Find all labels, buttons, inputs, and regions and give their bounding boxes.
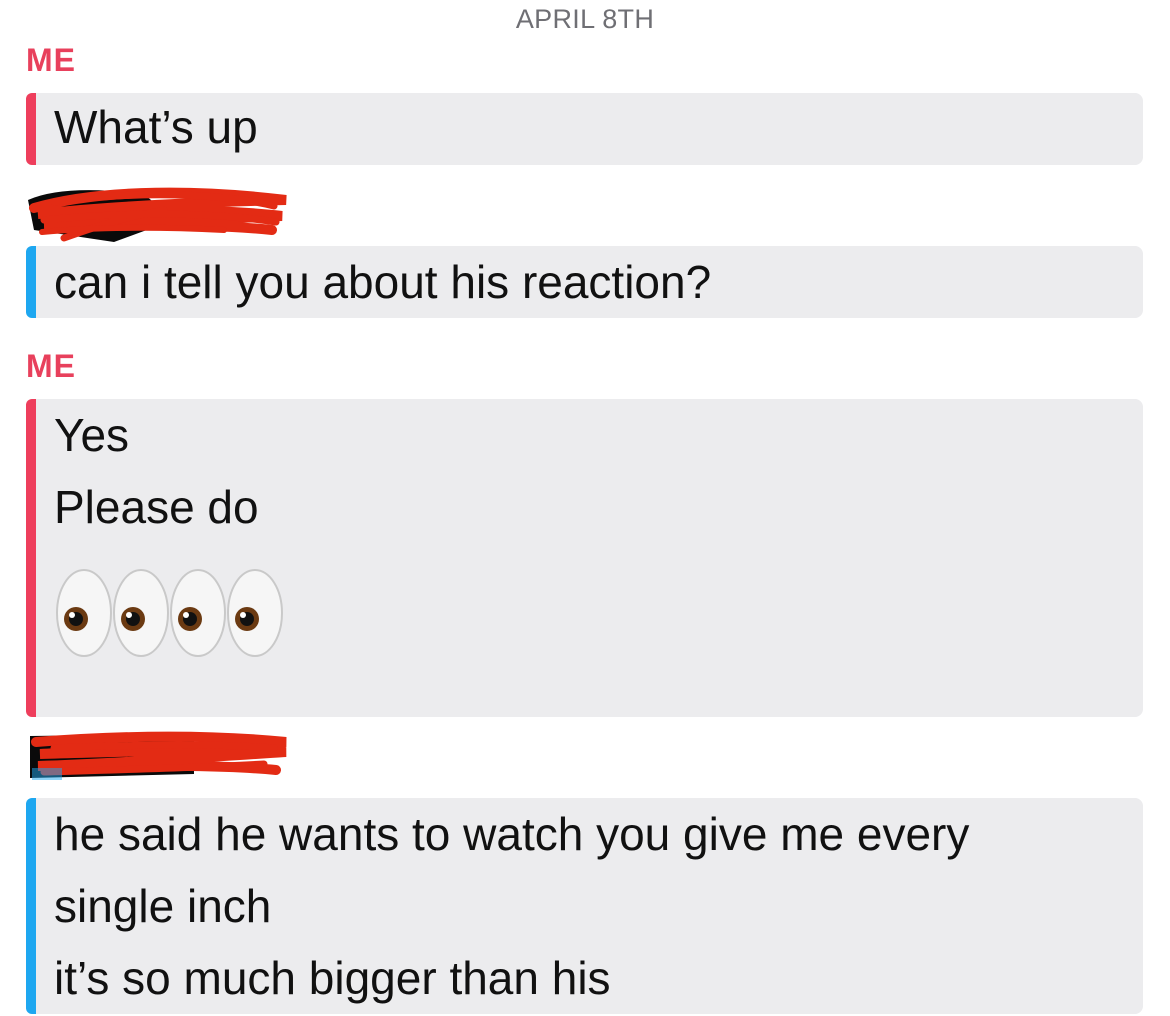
redacted-sender-name: [28, 187, 287, 242]
sender-color-bar: [26, 399, 36, 717]
emoji-row: [54, 563, 1143, 663]
eyes-icon: [56, 569, 112, 657]
message-text: Yes: [54, 409, 130, 461]
message-text: What’s up: [54, 101, 258, 153]
eyes-icon: [227, 569, 283, 657]
message-bubble[interactable]: can i tell you about his reaction?: [26, 246, 1143, 318]
eyes-icon: [113, 569, 169, 657]
message-text: he said he wants to watch you give me ev…: [54, 808, 970, 860]
sender-color-bar: [26, 246, 36, 318]
date-header: APRIL 8TH: [515, 4, 655, 34]
message-text: it’s so much bigger than his: [54, 952, 611, 1004]
redacted-sender-name: [30, 731, 287, 780]
sender-color-bar: [26, 798, 36, 1014]
message-bubble[interactable]: What’s up: [26, 93, 1143, 165]
sender-color-bar: [26, 93, 36, 165]
message-bubble[interactable]: he said he wants to watch you give me ev…: [26, 798, 1143, 1014]
message-text: Please do: [54, 481, 259, 533]
message-text: single inch: [54, 880, 272, 932]
sender-label-me: ME: [26, 42, 76, 78]
eyes-icon: [170, 569, 226, 657]
chat-thread[interactable]: APRIL 8TH ME What’s up can i tell you ab…: [0, 0, 1170, 1016]
message-text: can i tell you about his reaction?: [54, 256, 712, 308]
message-bubble[interactable]: Yes Please do: [26, 399, 1143, 717]
sender-label-me: ME: [26, 348, 76, 384]
